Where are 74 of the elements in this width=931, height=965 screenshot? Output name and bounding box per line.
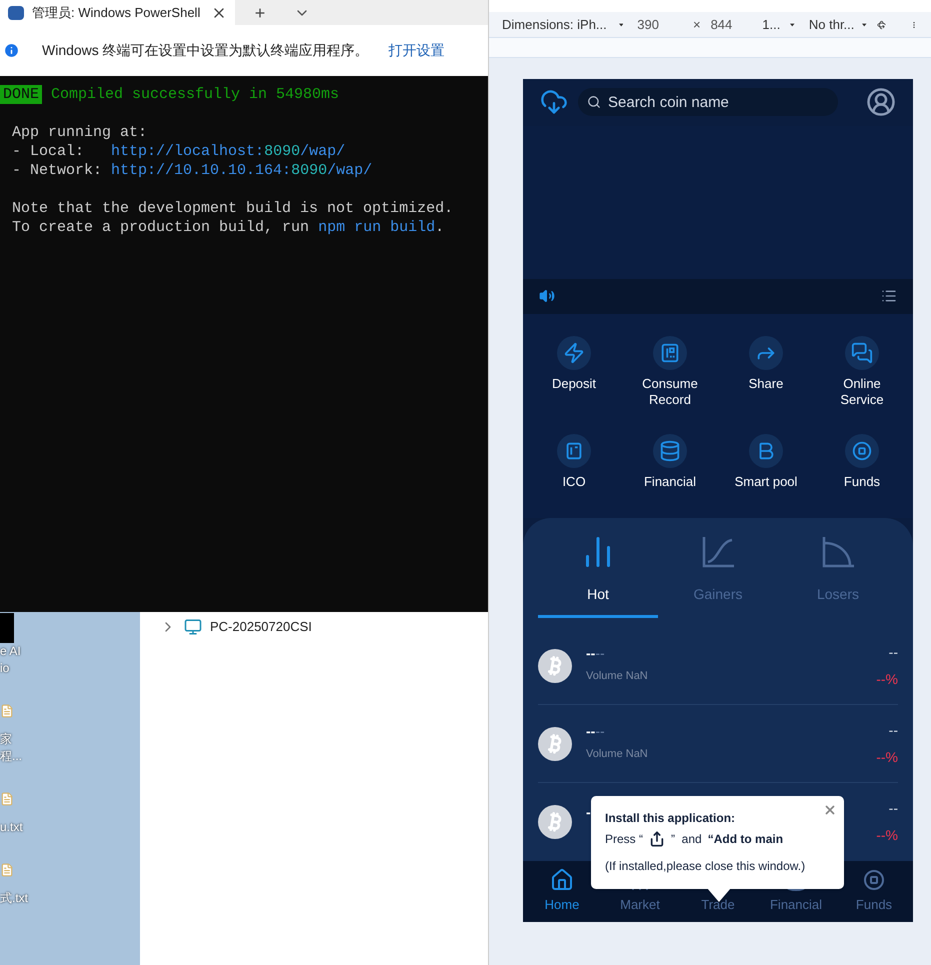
done-badge: DONE bbox=[0, 85, 42, 104]
desktop-icon-label: u.txt bbox=[0, 819, 23, 836]
times-sign: × bbox=[692, 16, 701, 34]
desktop-icon-label: 式.txt bbox=[0, 890, 28, 907]
console-line: To create a production build, run npm run build. bbox=[12, 218, 446, 237]
dropdown-caret-icon[interactable] bbox=[618, 22, 624, 28]
throttle-select[interactable]: No thr... bbox=[808, 14, 854, 34]
falling-curve-icon bbox=[820, 534, 856, 570]
price-text: -- bbox=[888, 720, 898, 740]
console-line: - Network: http://10.10.10.164:8090/wap/ bbox=[12, 161, 374, 180]
desktop-icon-label: 程... bbox=[0, 748, 22, 765]
height-input[interactable]: 844 bbox=[710, 14, 732, 34]
cloud-download-icon[interactable] bbox=[540, 88, 568, 116]
database-icon bbox=[659, 440, 681, 462]
dropdown-caret-icon[interactable] bbox=[790, 22, 795, 28]
dropdown-caret-icon[interactable] bbox=[862, 22, 867, 28]
open-settings-link[interactable]: 打开设置 bbox=[388, 40, 445, 61]
share-icon bbox=[649, 831, 666, 847]
shortcut-item[interactable]: Consume Record bbox=[622, 336, 718, 420]
change-text: --% bbox=[876, 670, 898, 689]
notice-text: Windows 终端可在设置中设置为默认终端应用程序。 bbox=[42, 41, 369, 60]
chat-icon bbox=[851, 342, 873, 364]
coin-name: - bbox=[586, 804, 591, 819]
popup-title: Install this application: bbox=[605, 810, 736, 826]
shortcut-item[interactable]: Deposit bbox=[526, 336, 622, 420]
tab-title: 管理员: Windows PowerShell bbox=[32, 4, 202, 22]
shortcut-item[interactable]: Funds bbox=[814, 434, 910, 518]
desktop-icon-label: io bbox=[0, 660, 10, 677]
add-to-main-text: “Add to main bbox=[708, 831, 784, 848]
shortcut-item[interactable]: Financial bbox=[622, 434, 718, 518]
coin-filter-tab[interactable]: Hot bbox=[538, 534, 658, 618]
volume-text: Volume NaN bbox=[586, 747, 648, 762]
nav-tab[interactable]: Home bbox=[523, 861, 601, 922]
price-text: -- bbox=[888, 642, 898, 662]
powershell-icon bbox=[8, 6, 24, 20]
new-tab-button[interactable]: + bbox=[235, 0, 285, 25]
press-text: Press “ bbox=[605, 831, 644, 848]
zoom-select[interactable]: 1... bbox=[762, 14, 780, 34]
compile-message: Compiled successfully in 54980ms bbox=[51, 85, 340, 104]
monitor-icon bbox=[184, 618, 202, 636]
shortcut-item[interactable]: Smart pool bbox=[718, 434, 814, 518]
info-icon bbox=[3, 42, 20, 59]
volume-text: Volume NaN bbox=[586, 669, 648, 684]
terminal-tab[interactable]: 管理员: Windows PowerShell bbox=[0, 0, 235, 25]
rising-curve-icon bbox=[700, 534, 736, 570]
bitcoin-icon bbox=[538, 726, 572, 761]
list-icon[interactable] bbox=[881, 288, 897, 304]
coin-name: ---- bbox=[586, 646, 605, 660]
shortcut-item[interactable]: Online Service bbox=[814, 336, 910, 420]
console-line: Note that the development build is not optimized. bbox=[12, 199, 454, 218]
tree-item[interactable]: PC-20250720CSI bbox=[210, 617, 312, 636]
search-field[interactable]: Search coin name bbox=[578, 88, 838, 116]
change-text: --% bbox=[876, 748, 898, 767]
console-line: App running at: bbox=[12, 123, 148, 142]
coin-name: ---- bbox=[586, 724, 605, 738]
bitcoin-icon bbox=[538, 648, 572, 683]
console-line: - Local: http://localhost:8090/wap/ bbox=[12, 142, 346, 161]
device-select[interactable]: Dimensions: iPh... bbox=[502, 14, 607, 34]
change-text: --% bbox=[876, 826, 898, 846]
desktop-icon-label: e AI bbox=[0, 643, 21, 660]
search-icon bbox=[587, 95, 601, 110]
desktop-icon-label: 家 bbox=[0, 731, 12, 748]
and-text: ” and bbox=[671, 831, 702, 848]
bitcoin-icon bbox=[538, 805, 572, 840]
width-input[interactable]: 390 bbox=[637, 14, 659, 34]
popup-note: (If installed,please close this window.) bbox=[605, 858, 806, 875]
home-icon bbox=[550, 868, 574, 892]
speaker-icon bbox=[539, 288, 555, 304]
shortcut-item[interactable]: ICO bbox=[526, 434, 622, 518]
user-icon[interactable] bbox=[866, 87, 896, 118]
shortcut-item[interactable]: Share bbox=[718, 336, 814, 420]
price-text: -- bbox=[888, 799, 898, 818]
lightning-icon bbox=[563, 342, 585, 364]
record-icon bbox=[659, 342, 681, 364]
